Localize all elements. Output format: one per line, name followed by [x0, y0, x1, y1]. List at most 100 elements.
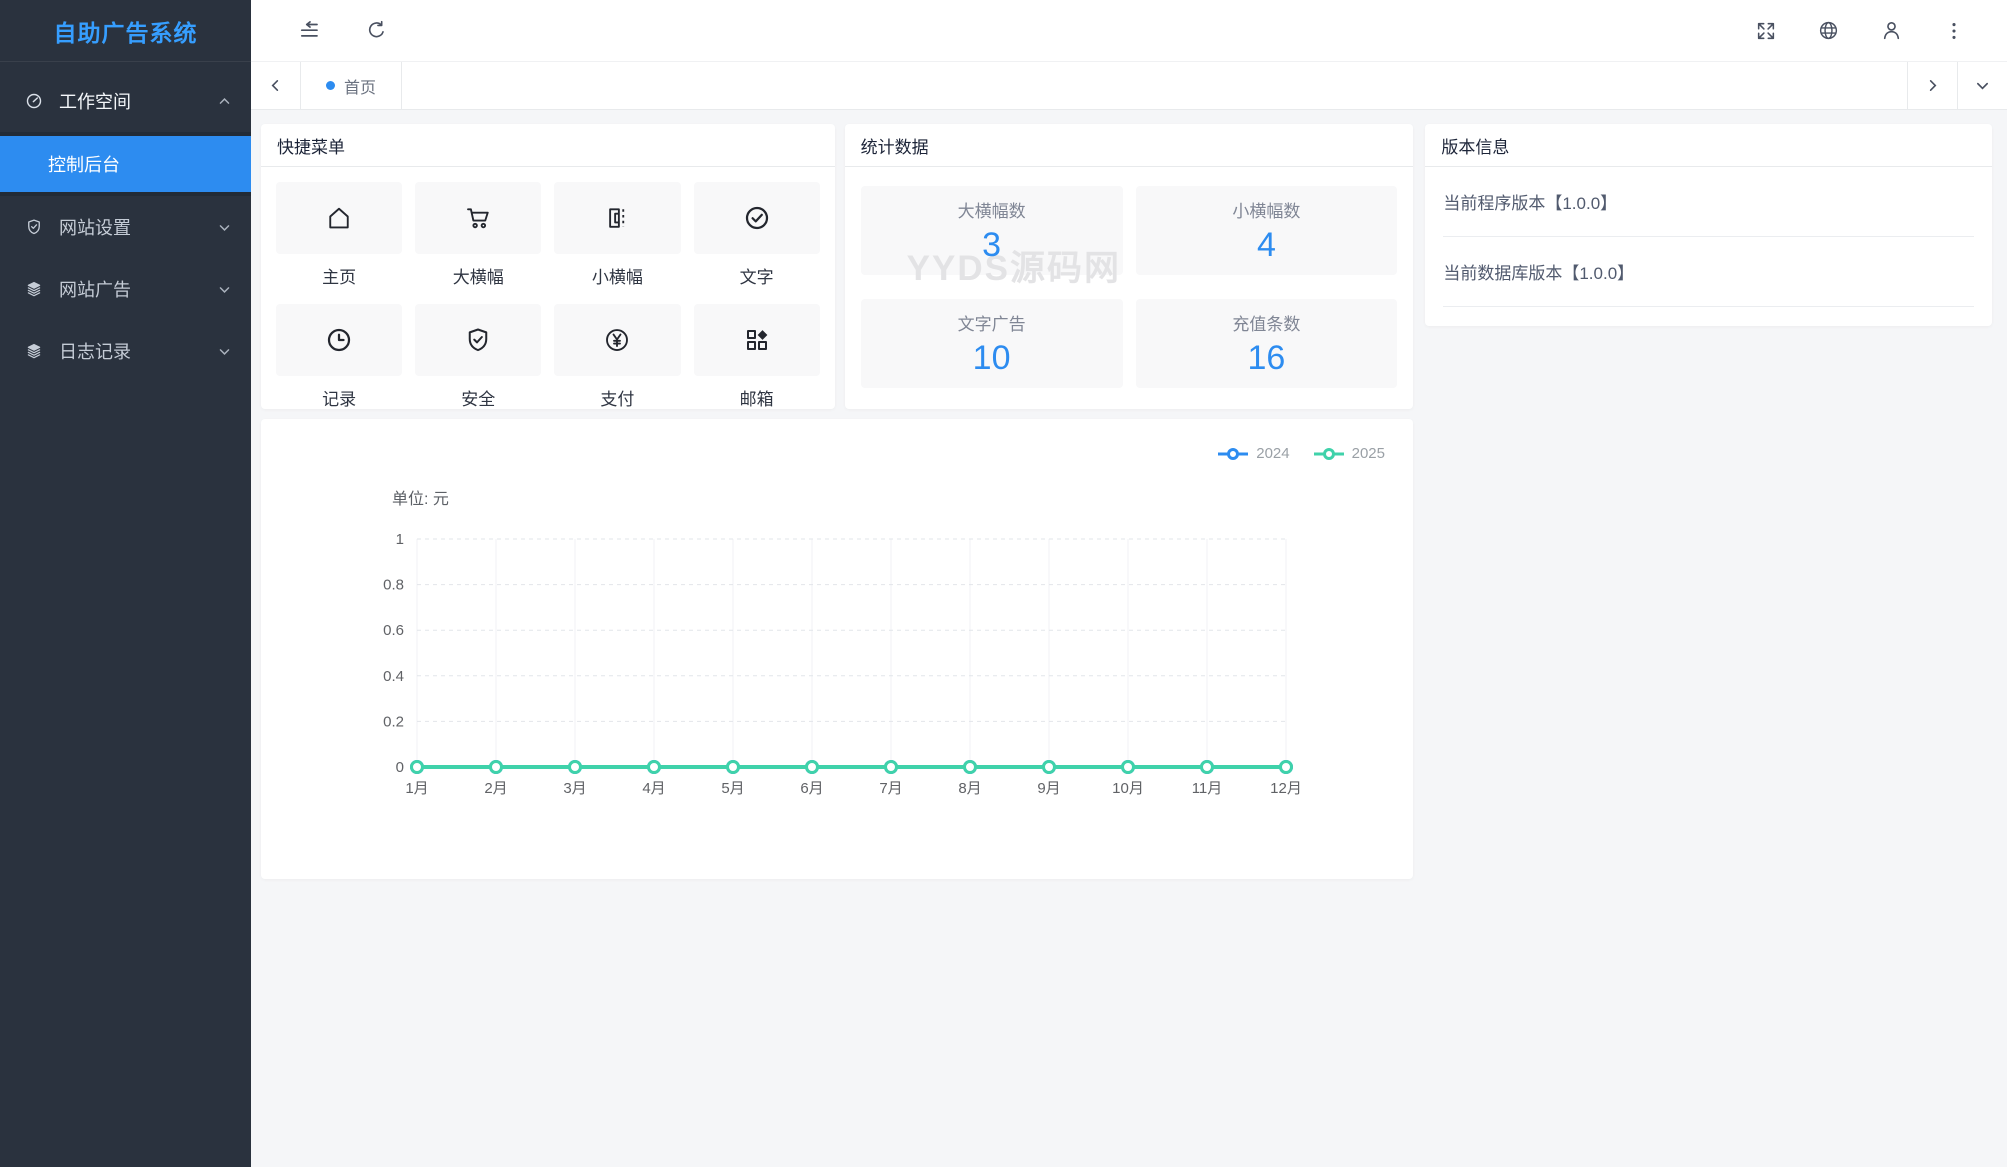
sidebar-item-workspace[interactable]: 工作空间: [0, 70, 251, 132]
legend-label: 2025: [1352, 445, 1385, 462]
svg-text:0.6: 0.6: [383, 622, 404, 639]
icon-box: [276, 304, 402, 376]
svg-text:8月: 8月: [958, 780, 981, 797]
icon-box: [694, 304, 820, 376]
sidebar-item-site-settings[interactable]: 网站设置: [0, 196, 251, 258]
chevron-left-icon: [268, 78, 283, 93]
data-point-2025-2月: [491, 762, 502, 773]
tabs-scroll-left-button[interactable]: [251, 62, 301, 109]
svg-text:5月: 5月: [721, 780, 744, 797]
svg-text:6月: 6月: [800, 780, 823, 797]
sidebar-item-logs[interactable]: 日志记录: [0, 320, 251, 382]
banner-small-icon: [602, 203, 632, 233]
fullscreen-icon: [1755, 20, 1777, 42]
data-point-2025-11月: [1202, 762, 1213, 773]
svg-text:0: 0: [396, 759, 404, 776]
sidebar: 自助广告系统 工作空间 控制后台 网站设置: [0, 0, 251, 1167]
more-button[interactable]: [1943, 20, 1965, 42]
stat-value: 3: [982, 226, 1001, 265]
chevron-down-icon: [218, 345, 231, 358]
menu-fold-icon: [297, 19, 321, 43]
app-logo: 自助广告系统: [0, 0, 251, 62]
svg-text:12月: 12月: [1270, 780, 1302, 797]
data-point-2025-10月: [1123, 762, 1134, 773]
stat-value: 16: [1248, 339, 1286, 378]
tab-home[interactable]: 首页: [301, 62, 402, 109]
quick-menu-item-home[interactable]: 主页: [276, 182, 402, 288]
svg-text:1: 1: [396, 531, 404, 548]
chevron-down-icon: [1975, 78, 1990, 93]
stat-big-banner-count: 大横幅数 3: [861, 186, 1123, 275]
tabs-menu-button[interactable]: [1957, 62, 2007, 109]
clock-icon: [324, 325, 354, 355]
data-point-2025-5月: [728, 762, 739, 773]
main-area: 首页 快捷菜单 主页: [251, 0, 2007, 1167]
quick-menu-grid: 主页 大横幅: [261, 167, 835, 425]
quick-menu-item-mailbox[interactable]: 邮箱: [694, 304, 820, 410]
data-point-2025-6月: [807, 762, 818, 773]
layers-icon: [24, 341, 44, 361]
home-icon: [324, 203, 354, 233]
icon-box: [276, 182, 402, 254]
collapse-sidebar-button[interactable]: [297, 19, 321, 43]
stat-text-ads-count: 文字广告 10: [861, 299, 1123, 388]
svg-text:2月: 2月: [484, 780, 507, 797]
svg-text:11月: 11月: [1192, 780, 1223, 797]
data-point-2025-4月: [649, 762, 660, 773]
legend-label: 2024: [1256, 445, 1289, 462]
dashboard-icon: [24, 91, 44, 111]
tabs-scroll-right-button[interactable]: [1907, 62, 1957, 109]
language-button[interactable]: [1817, 19, 1840, 42]
yen-circle-icon: [602, 325, 632, 355]
cart-icon: [463, 203, 493, 233]
program-version-row: 当前程序版本【1.0.0】: [1443, 167, 1974, 237]
svg-text:3月: 3月: [563, 780, 586, 797]
chart-unit-label: 单位: 元: [392, 485, 449, 509]
card-title: 版本信息: [1425, 124, 1992, 167]
quick-menu-item-security[interactable]: 安全: [415, 304, 541, 410]
quick-menu-item-big-banner[interactable]: 大横幅: [415, 182, 541, 288]
version-card: 版本信息 当前程序版本【1.0.0】 当前数据库版本【1.0.0】: [1425, 124, 1992, 326]
icon-box: [694, 182, 820, 254]
svg-text:0.8: 0.8: [383, 577, 404, 594]
sidebar-item-control-backend[interactable]: 控制后台: [0, 136, 251, 192]
shield-icon: [24, 217, 44, 237]
legend-item-2024[interactable]: 2024: [1216, 445, 1289, 462]
sidebar-item-label: 日志记录: [59, 338, 218, 364]
quick-menu-item-small-banner[interactable]: 小横幅: [554, 182, 680, 288]
sidebar-item-site-ads[interactable]: 网站广告: [0, 258, 251, 320]
x-axis: 1月2月3月4月5月6月7月8月9月10月11月12月: [405, 780, 1302, 797]
user-icon: [1880, 19, 1903, 42]
globe-icon: [1817, 19, 1840, 42]
page-content: 快捷菜单 主页: [251, 110, 2007, 1167]
legend-marker-icon: [1312, 446, 1346, 462]
quick-menu-card: 快捷菜单 主页: [261, 124, 835, 409]
data-point-2025-12月: [1281, 762, 1292, 773]
tabbar-spacer: [402, 62, 1907, 109]
components-icon: [742, 325, 772, 355]
quick-menu-item-text[interactable]: 文字: [694, 182, 820, 288]
data-point-2025-7月: [886, 762, 897, 773]
chart-legend: 2024 2025: [1216, 445, 1385, 462]
quick-menu-item-payment[interactable]: 支付: [554, 304, 680, 410]
refresh-icon: [365, 19, 388, 42]
stat-small-banner-count: 小横幅数 4: [1136, 186, 1398, 275]
user-button[interactable]: [1880, 19, 1903, 42]
gridlines: [417, 539, 1286, 767]
card-title: 统计数据: [845, 124, 1414, 167]
layers-icon: [24, 279, 44, 299]
chevron-up-icon: [218, 95, 231, 108]
refresh-button[interactable]: [365, 19, 388, 42]
check-circle-icon: [742, 203, 772, 233]
sidebar-item-label: 网站设置: [59, 214, 218, 240]
data-point-2025-3月: [570, 762, 581, 773]
legend-item-2025[interactable]: 2025: [1312, 445, 1385, 462]
fullscreen-button[interactable]: [1755, 20, 1777, 42]
sidebar-item-label: 网站广告: [59, 276, 218, 302]
more-vertical-icon: [1943, 20, 1965, 42]
statistics-card: 统计数据 YYDS源码网 大横幅数 3 小横幅数 4 文字广告 10: [845, 124, 1414, 409]
quick-menu-item-records[interactable]: 记录: [276, 304, 402, 410]
svg-text:1月: 1月: [405, 780, 428, 797]
chevron-down-icon: [218, 283, 231, 296]
sidebar-submenu-workspace: 控制后台: [0, 132, 251, 196]
